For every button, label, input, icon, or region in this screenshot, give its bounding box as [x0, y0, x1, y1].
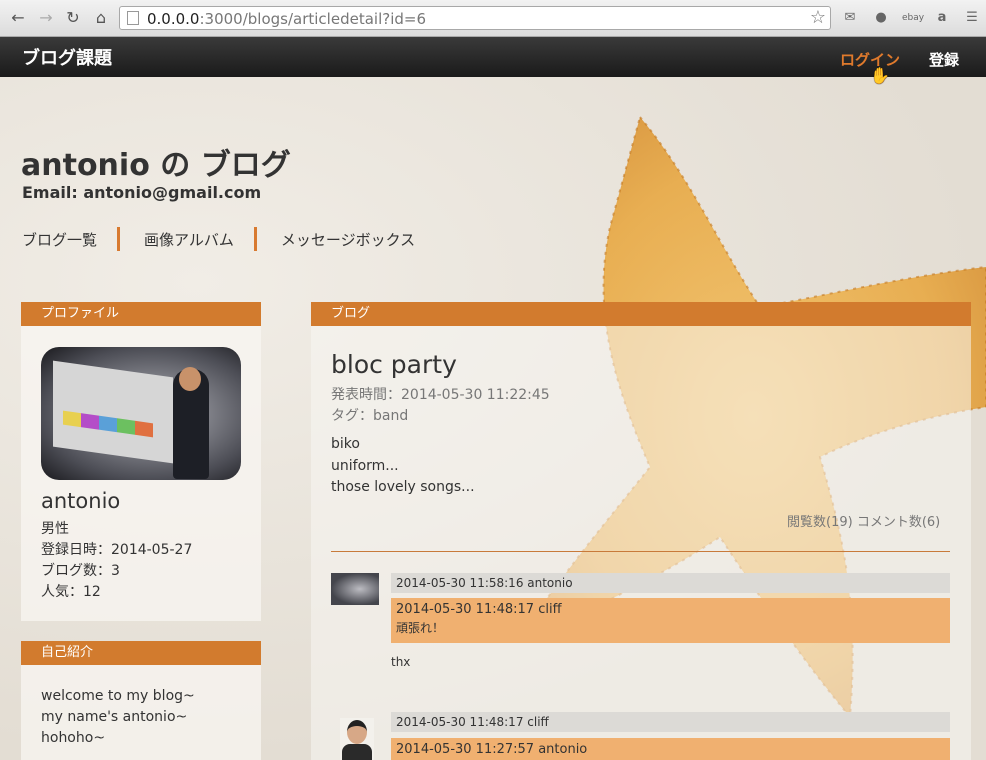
comment-avatar	[340, 718, 374, 760]
app-header: ブログ課題 ログイン 登録	[0, 37, 986, 77]
article-title: bloc party	[331, 350, 457, 379]
home-icon[interactable]: ⌂	[92, 9, 110, 27]
profile-blog-count: ブログ数：3	[41, 563, 120, 579]
blog-heading: ブログ	[311, 302, 971, 326]
article-body-line: uniform...	[331, 458, 399, 474]
article-body-line: those lovely songs...	[331, 479, 475, 495]
amazon-icon[interactable]: a	[932, 9, 952, 27]
intro-line: welcome to my blog~	[41, 688, 195, 704]
profile-name: antonio	[41, 489, 121, 513]
register-link[interactable]: 登録	[929, 49, 959, 70]
menu-blog-list[interactable]: ブログ一覧	[22, 229, 97, 250]
comment-header: 2014-05-30 11:48:17 cliff	[391, 712, 950, 732]
article-tags: タグ：band	[331, 408, 409, 424]
blog-email: Email: antonio@gmail.com	[22, 183, 262, 202]
comment-quote: 2014-05-30 11:27:57 antonio	[391, 738, 950, 760]
article-published: 発表時間：2014-05-30 11:22:45	[331, 387, 550, 403]
profile-popularity: 人気：12	[41, 584, 101, 600]
article-divider	[331, 551, 950, 552]
mail-icon[interactable]: ✉	[840, 9, 860, 27]
profile-registered: 登録日時：2014-05-27	[41, 542, 193, 558]
quote-text: 頑張れ！	[396, 621, 445, 635]
comment-quote: 2014-05-30 11:48:17 cliff 頑張れ！	[391, 598, 950, 643]
intro-heading: 自己紹介	[21, 641, 261, 665]
quote-header: 2014-05-30 11:48:17 cliff	[396, 602, 562, 617]
article-stats: 閲覧数(19) コメント数(6)	[787, 515, 941, 530]
address-bar[interactable]: 0.0.0.0:3000/blogs/articledetail?id=6 ☆	[119, 6, 831, 30]
quote-header: 2014-05-30 11:27:57 antonio	[396, 742, 588, 757]
brand-logo[interactable]: ブログ課題	[22, 44, 112, 70]
article-body-line: biko	[331, 436, 360, 452]
forward-icon[interactable]: →	[37, 9, 55, 27]
menu-divider	[253, 227, 257, 251]
comment-avatar	[331, 573, 379, 605]
menu-icon[interactable]: ☰	[962, 9, 982, 27]
blog-title: antonio の ブログ	[21, 148, 291, 183]
bookmark-star-icon[interactable]: ☆	[810, 7, 826, 28]
url-text: 0.0.0.0:3000/blogs/articledetail?id=6	[147, 10, 426, 28]
blog-menu: ブログ一覧 画像アルバム メッセージボックス	[22, 227, 415, 251]
intro-line: my name's antonio~	[41, 709, 188, 725]
comment-header: 2014-05-30 11:58:16 antonio	[391, 573, 950, 593]
profile-heading: プロファイル	[21, 302, 261, 326]
ebay-icon[interactable]: ebay	[900, 9, 926, 27]
browser-toolbar: ← → ↻ ⌂ 0.0.0.0:3000/blogs/articledetail…	[0, 0, 986, 37]
hand-cursor-icon: ✋	[870, 66, 890, 85]
globe-icon[interactable]: ●	[871, 9, 891, 27]
profile-photo	[41, 347, 241, 480]
menu-photo-album[interactable]: 画像アルバム	[144, 229, 234, 250]
comment-text: thx	[391, 655, 411, 669]
reload-icon[interactable]: ↻	[64, 9, 82, 27]
back-icon[interactable]: ←	[9, 9, 27, 27]
page-icon	[127, 11, 139, 25]
profile-gender: 男性	[41, 521, 69, 537]
menu-divider	[117, 227, 121, 251]
intro-line: hohoho~	[41, 730, 106, 746]
menu-message-box[interactable]: メッセージボックス	[281, 229, 415, 250]
